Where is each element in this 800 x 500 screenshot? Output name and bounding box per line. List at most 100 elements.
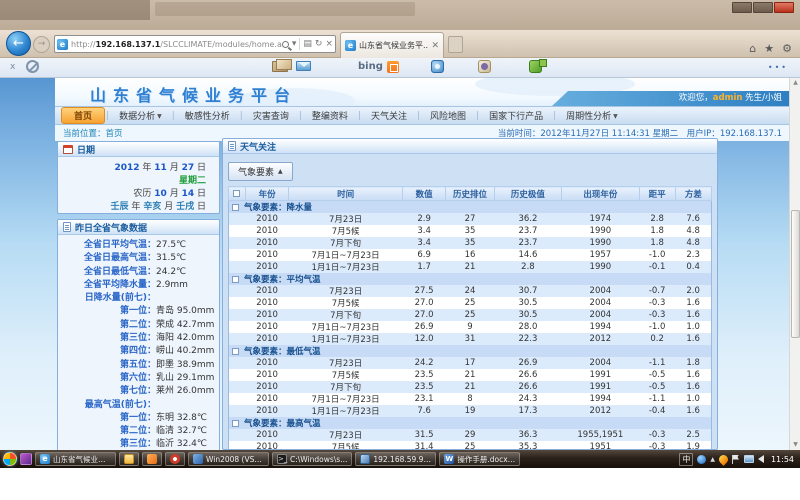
pinned-app-icon[interactable] xyxy=(20,453,32,465)
vertical-scrollbar[interactable]: ▲ ▼ xyxy=(789,78,800,450)
refresh-icon[interactable]: ↻ xyxy=(315,39,323,49)
table-cell: 7.6 xyxy=(675,213,711,225)
table-row[interactable]: 20107月1日~7月23日26.9928.01994-1.01.0 xyxy=(229,321,712,333)
tab-close-icon[interactable]: ✕ xyxy=(431,41,439,51)
addon-pet-icon[interactable] xyxy=(478,60,491,73)
group-row[interactable]: 气象要素：平均气温 xyxy=(229,273,712,285)
system-tray: 中 ▲ 11:54 xyxy=(679,453,797,466)
chevron-down-icon[interactable]: ▾ xyxy=(292,39,297,49)
tab-favicon: e xyxy=(345,40,356,51)
action-center-flag-icon[interactable] xyxy=(732,455,740,464)
tray-flame-icon[interactable] xyxy=(717,453,730,466)
taskbar-button-win[interactable]: Win2008 (VS2... xyxy=(188,452,269,466)
group-checkbox-icon[interactable] xyxy=(232,276,239,283)
table-row[interactable]: 20107月23日27.52430.72004-0.72.0 xyxy=(229,285,712,297)
cmd-icon: >_ xyxy=(277,454,287,464)
element-filter-button[interactable]: 气象要素 ▲ xyxy=(228,162,293,181)
table-row[interactable]: 20107月下旬3.43523.719901.84.8 xyxy=(229,237,712,249)
menu-item-data-analysis[interactable]: 数据分析▼ xyxy=(110,108,171,123)
table-cell: 1990 xyxy=(562,261,639,273)
table-row[interactable]: 20101月1日~7月23日12.03122.320120.21.6 xyxy=(229,333,712,345)
network-icon[interactable] xyxy=(744,455,754,463)
taskbar-button-folder[interactable] xyxy=(119,452,139,466)
table-row[interactable]: 20107月1日~7月23日6.91614.61957-1.02.3 xyxy=(229,249,712,261)
group-row[interactable]: 气象要素：降水量 xyxy=(229,201,712,214)
bing-box-icon[interactable] xyxy=(387,61,399,73)
group-row[interactable]: 气象要素：最高气温 xyxy=(229,417,712,429)
table-row[interactable]: 20107月下旬27.02530.52004-0.31.6 xyxy=(229,309,712,321)
taskbar-button-cmd[interactable]: >_C:\Windows\s... xyxy=(272,452,352,466)
browser-tab[interactable]: e 山东省气候业务平... ✕ xyxy=(340,32,444,58)
maximize-icon[interactable] xyxy=(753,2,773,13)
table-row[interactable]: 20107月23日24.21726.92004-1.11.8 xyxy=(229,357,712,369)
tray-expand-icon[interactable]: ▲ xyxy=(710,456,715,463)
tab-title[interactable]: 山东省气候业务平... xyxy=(359,40,428,51)
table-row[interactable]: 20107月下旬23.52126.61991-0.51.6 xyxy=(229,381,712,393)
search-icon[interactable] xyxy=(282,41,289,48)
blocked-content-icon[interactable] xyxy=(26,60,39,73)
table-row[interactable]: 20101月1日~7月23日7.61917.32012-0.41.6 xyxy=(229,405,712,417)
mail-icon[interactable] xyxy=(296,61,311,71)
tray-app-icon[interactable] xyxy=(697,455,706,464)
favorites-star-icon[interactable]: ★ xyxy=(764,42,774,55)
table-cell: 1.8 xyxy=(675,357,711,369)
menu-item-risk-map[interactable]: 风险地图 xyxy=(421,108,475,123)
back-button[interactable]: ← xyxy=(6,31,31,56)
table-cell: 16 xyxy=(446,249,494,261)
taskbar-button-word[interactable]: W操作手册.docx ... xyxy=(439,452,520,466)
addon-bar-close-icon[interactable]: x xyxy=(10,62,15,72)
folder-icon xyxy=(124,454,134,464)
stop-icon[interactable]: × xyxy=(325,39,333,49)
speaker-icon[interactable] xyxy=(758,455,764,463)
forward-button[interactable]: → xyxy=(33,36,50,53)
table-row[interactable]: 20107月5候27.02530.52004-0.31.6 xyxy=(229,297,712,309)
list-item-label: 最高气温(前七)： xyxy=(60,399,156,412)
group-checkbox-icon[interactable] xyxy=(232,348,239,355)
menu-item-compiled-data[interactable]: 整编资料 xyxy=(303,108,357,123)
scroll-down-arrow[interactable]: ▼ xyxy=(791,440,800,450)
table-row[interactable]: 20101月1日~7月23日1.7212.81990-0.10.4 xyxy=(229,261,712,273)
address-bar[interactable]: e http://192.168.137.1/SLCCLIMATE/module… xyxy=(54,35,336,53)
table-cell: -0.7 xyxy=(639,285,675,297)
start-button[interactable] xyxy=(3,452,17,466)
language-indicator[interactable]: 中 xyxy=(679,453,693,466)
addon-blue-icon[interactable] xyxy=(431,60,444,73)
group-row[interactable]: 气象要素：最低气温 xyxy=(229,345,712,357)
new-tab-button[interactable] xyxy=(448,36,463,53)
taskbar-button-net[interactable]: 192.168.59.99... xyxy=(355,452,436,466)
bing-logo[interactable]: bing xyxy=(358,61,383,72)
taskbar-button-orange[interactable] xyxy=(142,452,162,466)
checkbox-icon[interactable] xyxy=(233,190,240,197)
addon-green-icon[interactable] xyxy=(529,60,542,73)
group-checkbox-icon[interactable] xyxy=(232,420,239,427)
table-cell: 23.1 xyxy=(402,393,445,405)
taskbar-button-ie[interactable]: e山东省气候业务... xyxy=(35,452,116,466)
clock[interactable]: 11:54 xyxy=(771,455,794,464)
table-row[interactable]: 20107月23日2.92736.219742.87.6 xyxy=(229,213,712,225)
menu-item-national-products[interactable]: 国家下行产品 xyxy=(480,108,552,123)
menu-item-periodic-analysis[interactable]: 周期性分析▼ xyxy=(557,108,627,123)
table-cell: 24.3 xyxy=(494,393,562,405)
more-options-dots[interactable]: ••• xyxy=(768,63,788,72)
menu-item-home[interactable]: 首页 xyxy=(61,107,105,124)
minimize-icon[interactable] xyxy=(732,2,752,13)
table-row[interactable]: 20107月23日31.52936.31955,1951-0.32.5 xyxy=(229,429,712,441)
scroll-up-arrow[interactable]: ▲ xyxy=(791,78,800,88)
group-checkbox-icon[interactable] xyxy=(232,204,239,211)
taskbar-button-red[interactable] xyxy=(165,452,185,466)
menu-item-disaster-query[interactable]: 灾害查询 xyxy=(244,108,298,123)
home-icon[interactable]: ⌂ xyxy=(749,42,756,55)
table-cell: 1955,1951 xyxy=(562,429,639,441)
table-row[interactable]: 20107月5候23.52126.61991-0.51.6 xyxy=(229,369,712,381)
menu-item-sensitivity-analysis[interactable]: 敏感性分析 xyxy=(176,108,239,123)
table-row[interactable]: 20107月1日~7月23日23.1824.31994-1.11.0 xyxy=(229,393,712,405)
settings-gear-icon[interactable]: ⚙ xyxy=(782,42,792,55)
menu-item-weather-focus[interactable]: 天气关注 xyxy=(362,108,416,123)
scrollbar-thumb[interactable] xyxy=(791,210,800,338)
table-row[interactable]: 20107月5候31.42535.31951-0.31.9 xyxy=(229,441,712,450)
table-row[interactable]: 20107月5候3.43523.719901.84.8 xyxy=(229,225,712,237)
snapshot-icon[interactable] xyxy=(272,61,288,72)
compatibility-view-icon[interactable]: ▤ xyxy=(303,39,312,49)
url-text[interactable]: http://192.168.137.1/SLCCLIMATE/modules/… xyxy=(71,40,282,49)
close-icon[interactable] xyxy=(774,2,794,13)
